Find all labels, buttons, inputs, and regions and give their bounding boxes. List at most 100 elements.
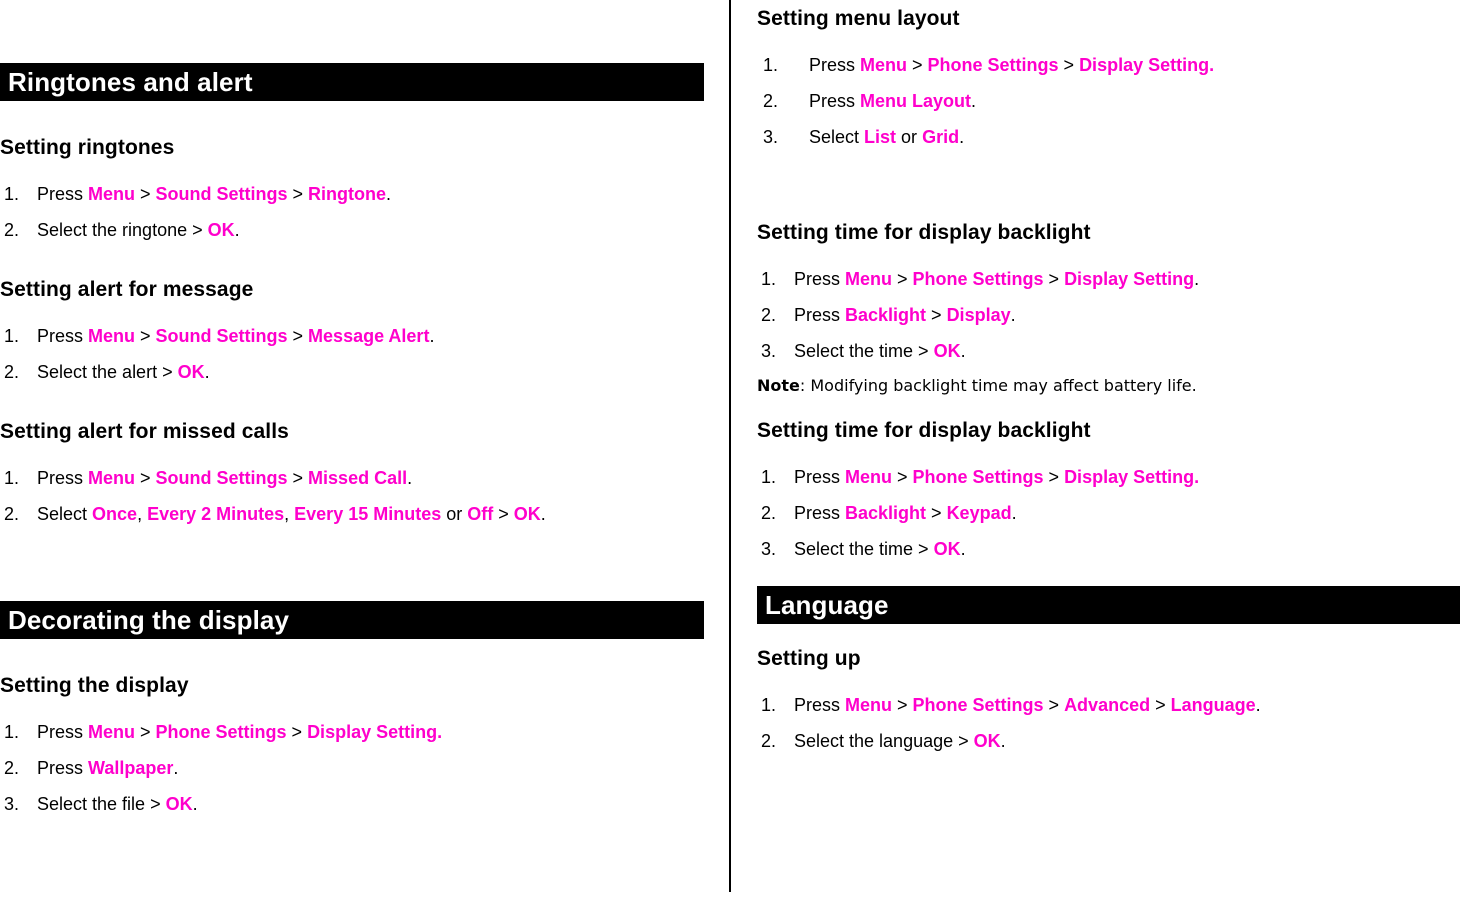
menu-path-token: Every 2 Minutes — [147, 504, 285, 524]
step-number: 3. — [4, 794, 20, 814]
menu-path-token: Menu — [88, 722, 136, 742]
step-item: 2. Select Once, Every 2 Minutes, Every 15… — [0, 503, 704, 525]
step-text: Press — [37, 184, 89, 204]
step-text: > — [135, 184, 156, 204]
menu-path-token: List — [864, 127, 897, 147]
step-number: 1. — [4, 184, 20, 204]
step-text: . — [204, 362, 210, 382]
step-item: 1. Press Menu > Phone Settings > Display … — [0, 721, 704, 743]
column-divider — [729, 0, 731, 892]
step-number: 2. — [4, 504, 20, 524]
step-number: 1. — [4, 468, 20, 488]
step-text: > — [287, 468, 309, 488]
menu-path-token: OK — [177, 362, 205, 382]
step-item: 2. Press Backlight > Display. — [757, 304, 1460, 326]
step-text: > — [1043, 269, 1065, 289]
step-text: Press — [794, 695, 846, 715]
step-text: > — [135, 468, 156, 488]
section-banner-decorating-the-display: Decorating the display — [0, 601, 704, 639]
steps-setting-menu-layout: 1. Press Menu > Phone Settings > Display … — [757, 54, 1460, 148]
step-item: 1. Press Menu > Phone Settings > Display … — [757, 268, 1460, 290]
step-item: 3. Select the file > OK. — [0, 793, 704, 815]
step-text: . — [960, 539, 966, 559]
menu-path-token: Message Alert — [308, 326, 430, 346]
menu-path-token: OK — [207, 220, 235, 240]
menu-path-token: Menu Layout — [860, 91, 972, 111]
right-column: Setting menu layout 1. Press Menu > Phone… — [757, 0, 1460, 900]
step-item: 2. Select the language > OK. — [757, 730, 1460, 752]
step-text: Select the ringtone > — [37, 220, 208, 240]
step-text: . — [429, 326, 435, 346]
menu-path-token: Grid — [922, 127, 960, 147]
menu-path-token: Phone Settings — [927, 55, 1059, 75]
step-text: > — [287, 326, 309, 346]
step-number: 2. — [4, 362, 20, 382]
menu-path-token: Missed Call — [308, 468, 408, 488]
heading-setting-time-for-display-backlight-keypad: Setting time for display backlight — [757, 419, 1091, 442]
step-number: 1. — [4, 722, 20, 742]
menu-path-token: Ringtone — [308, 184, 387, 204]
step-number: 3. — [763, 127, 779, 147]
step-number: 3. — [761, 341, 777, 361]
step-text: . — [192, 794, 198, 814]
step-text: Press — [794, 503, 846, 523]
heading-setting-up: Setting up — [757, 647, 861, 670]
step-item: 3. Select the time > OK. — [757, 538, 1460, 560]
step-number: 1. — [4, 326, 20, 346]
menu-path-token: Wallpaper — [88, 758, 174, 778]
menu-path-token: Display — [946, 305, 1011, 325]
step-text: Press — [37, 326, 89, 346]
step-text: . — [540, 504, 546, 524]
menu-path-token: Display Setting. — [1079, 55, 1215, 75]
step-text: Select the file > — [37, 794, 166, 814]
step-item: 2. Press Wallpaper. — [0, 757, 704, 779]
step-text: Press — [794, 467, 846, 487]
menu-path-token: Menu — [88, 184, 136, 204]
step-text: Select the time > — [794, 341, 934, 361]
heading-setting-the-display: Setting the display — [0, 674, 189, 697]
step-text: Select the alert > — [37, 362, 178, 382]
menu-path-token: Menu — [845, 269, 893, 289]
step-text: Select the time > — [794, 539, 934, 559]
step-text: or — [441, 504, 468, 524]
step-text: > — [907, 55, 928, 75]
heading-setting-alert-for-message: Setting alert for message — [0, 278, 254, 301]
step-number: 2. — [763, 91, 779, 111]
step-text: > — [926, 503, 947, 523]
section-banner-ringtones-and-alert: Ringtones and alert — [0, 63, 704, 101]
heading-setting-menu-layout: Setting menu layout — [757, 7, 960, 30]
step-text: Press — [794, 305, 846, 325]
step-number: 1. — [761, 269, 777, 289]
step-number: 1. — [761, 467, 777, 487]
menu-path-token: OK — [933, 341, 961, 361]
note-backlight-battery: Note: Modifying backlight time may affec… — [757, 376, 1460, 396]
step-item: 2. Select the alert > OK. — [0, 361, 704, 383]
menu-path-token: OK — [513, 504, 541, 524]
step-text: > — [493, 504, 514, 524]
step-item: 1. Press Menu > Phone Settings > Display … — [757, 54, 1460, 76]
menu-path-token: Display Setting. — [1064, 467, 1200, 487]
step-text: Select the language > — [794, 731, 974, 751]
menu-path-token: Menu — [845, 695, 893, 715]
menu-path-token: Sound Settings — [155, 468, 288, 488]
menu-path-token: Phone Settings — [912, 467, 1044, 487]
menu-path-token: Off — [467, 504, 494, 524]
menu-path-token: Phone Settings — [155, 722, 287, 742]
steps-setting-ringtones: 1. Press Menu > Sound Settings > Ringtone… — [0, 183, 704, 241]
step-text: > — [892, 695, 913, 715]
manual-page: Ringtones and alert Setting ringtones 1.… — [0, 0, 1460, 900]
step-text: , — [284, 504, 295, 524]
note-label: Note — [757, 376, 800, 395]
step-number: 2. — [761, 731, 777, 751]
step-number: 2. — [4, 758, 20, 778]
step-text: . — [959, 127, 965, 147]
step-item: 1. Press Menu > Sound Settings > Missed C… — [0, 467, 704, 489]
heading-setting-time-for-display-backlight-display: Setting time for display backlight — [757, 221, 1091, 244]
step-text: > — [1058, 55, 1080, 75]
step-number: 1. — [761, 695, 777, 715]
menu-path-token: Display Setting — [1064, 269, 1195, 289]
step-text: Press — [37, 468, 89, 488]
step-text: . — [386, 184, 392, 204]
step-text: . — [971, 91, 977, 111]
step-text: > — [135, 722, 156, 742]
